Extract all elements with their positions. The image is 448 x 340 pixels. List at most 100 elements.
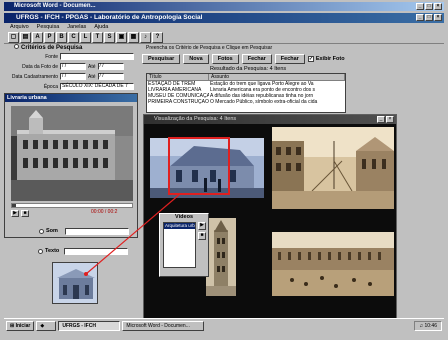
highlight-box bbox=[168, 137, 230, 195]
video-progress-thumb[interactable] bbox=[12, 204, 16, 207]
desktop: Microsoft Word - Documen... _ □ × UFRGS … bbox=[0, 0, 448, 340]
text-radio[interactable]: Texto bbox=[38, 248, 59, 254]
photo-thumb-tower[interactable] bbox=[206, 218, 236, 296]
data-cadastro-to-input[interactable]: / / bbox=[97, 73, 124, 80]
field-data-cadastro: Data Cadastramento / / Até / / bbox=[8, 73, 124, 80]
new-button[interactable]: Nova bbox=[183, 54, 209, 64]
market-graphic bbox=[272, 232, 394, 296]
videos-list[interactable]: Arquitetura urbana bbox=[163, 222, 196, 268]
field-data-foto-label: Data da Foto de bbox=[22, 63, 58, 70]
sound-radio[interactable]: Som bbox=[39, 228, 58, 234]
video-controls: ▶ ■ bbox=[11, 210, 29, 217]
building-photo-graphic bbox=[11, 106, 133, 201]
outer-window-title: Microsoft Word - Documen... _ □ × bbox=[4, 2, 444, 11]
toolbar-help-icon[interactable]: ? bbox=[152, 32, 163, 43]
close-search-button[interactable]: Fechar bbox=[241, 54, 272, 64]
field-fonte: Fonte bbox=[8, 53, 134, 60]
data-foto-from-input[interactable]: / / bbox=[60, 63, 86, 70]
data-foto-to-input[interactable]: / / bbox=[97, 63, 124, 70]
results-table: Título Assunto ESTAÇÃO DE TREM Estação d… bbox=[146, 73, 346, 113]
minimize-button[interactable]: _ bbox=[416, 3, 424, 10]
text-radio-label: Texto bbox=[45, 248, 60, 254]
search-button[interactable]: Pesquisar bbox=[142, 54, 181, 64]
videos-title: Vídeos bbox=[174, 214, 194, 220]
stop-icon[interactable]: ■ bbox=[21, 210, 29, 217]
menu-janelas[interactable]: Janelas bbox=[67, 23, 86, 31]
sound-radio-dot[interactable] bbox=[39, 228, 44, 234]
videos-stop-icon[interactable]: ■ bbox=[198, 232, 206, 240]
menu-ajuda[interactable]: Ajuda bbox=[94, 23, 108, 31]
toolbar-c-button[interactable]: C bbox=[68, 32, 79, 43]
criteria-radio-icon[interactable] bbox=[14, 44, 19, 49]
toolbar-p-button[interactable]: P bbox=[44, 32, 55, 43]
text-radio-dot[interactable] bbox=[38, 248, 43, 254]
toolbar-film-icon[interactable]: ▦ bbox=[128, 32, 139, 43]
viz-minimize-button[interactable]: _ bbox=[377, 116, 385, 123]
screen: Microsoft Word - Documen... _ □ × UFRGS … bbox=[0, 0, 448, 340]
toolbar-new-icon[interactable]: ▢ bbox=[8, 32, 19, 43]
results-header-subject[interactable]: Assunto bbox=[209, 74, 345, 80]
videos-side-buttons: ▶ ■ bbox=[198, 222, 206, 268]
toolbar-b-button[interactable]: B bbox=[56, 32, 67, 43]
app-maximize-button[interactable]: □ bbox=[425, 14, 433, 21]
quicklaunch-icon[interactable]: ◆ bbox=[36, 320, 57, 331]
close-button[interactable]: × bbox=[434, 3, 442, 10]
photo-thumb-sepia-street[interactable] bbox=[272, 127, 394, 209]
toolbar-s-button[interactable]: S bbox=[104, 32, 115, 43]
sound-radio-label: Som bbox=[46, 228, 58, 234]
table-row[interactable]: PRIMEIRA CONSTRUÇÃO DE O Mercado Público… bbox=[147, 99, 345, 105]
toolbar-l-button[interactable]: L bbox=[80, 32, 91, 43]
field-epoca-label: Época bbox=[43, 83, 58, 90]
toolbar-open-icon[interactable]: ▤ bbox=[20, 32, 31, 43]
app-title-bar: UFRGS - IFCH - PPGAS - Laboratório de An… bbox=[4, 13, 444, 23]
viz-close-button[interactable]: × bbox=[386, 116, 394, 123]
app-minimize-button[interactable]: _ bbox=[416, 14, 424, 21]
app-title: UFRGS - IFCH - PPGAS - Laboratório de An… bbox=[16, 14, 203, 21]
app-window-controls: _ □ × bbox=[416, 14, 442, 21]
data-foto-to-label: Até bbox=[88, 63, 96, 70]
data-cadastro-to-label: Até bbox=[88, 73, 96, 80]
photos-button[interactable]: Fotos bbox=[211, 54, 239, 64]
list-item[interactable]: Arquitetura urbana bbox=[164, 223, 195, 229]
field-epoca: Época SÉCULO XIX: DÉCADA DE 7 bbox=[8, 83, 134, 90]
visualization-controls: _ × bbox=[377, 116, 394, 123]
menu-arquivo[interactable]: Arquivo bbox=[10, 23, 29, 31]
windows-logo-icon: ⊞ bbox=[10, 322, 15, 329]
clock[interactable]: 10:46 bbox=[424, 323, 437, 329]
toolbar-a-button[interactable]: A bbox=[32, 32, 43, 43]
table-cell: O Mercado Público, símbolo extra-oficial… bbox=[210, 99, 318, 105]
sepia-street-graphic bbox=[272, 127, 394, 209]
criteria-title-text: Critérios de Pesquisa bbox=[21, 45, 83, 51]
historic-building-photo bbox=[11, 106, 133, 201]
toolbar-sound-icon[interactable]: ♪ bbox=[140, 32, 151, 43]
epoca-select[interactable]: SÉCULO XIX: DÉCADA DE 7 bbox=[60, 83, 134, 90]
toolbar-image-icon[interactable]: ▣ bbox=[116, 32, 127, 43]
task-ufrgs[interactable]: UFRGS - IFCH bbox=[58, 320, 121, 331]
photo-thumb-market[interactable] bbox=[272, 232, 394, 296]
results-header: Título Assunto bbox=[147, 74, 345, 81]
maximize-button[interactable]: □ bbox=[425, 3, 433, 10]
play-icon[interactable]: ▶ bbox=[11, 210, 19, 217]
videos-play-icon[interactable]: ▶ bbox=[198, 222, 206, 230]
fonte-select[interactable] bbox=[60, 53, 134, 60]
search-button-row: Pesquisar Nova Fotos Fechar Fechar ✓ Exi… bbox=[142, 54, 345, 64]
videos-dialog: Vídeos Arquitetura urbana ▶ ■ bbox=[159, 213, 209, 277]
app-close-button[interactable]: × bbox=[434, 14, 442, 21]
toolbar: ▢ ▤ A P B C L T S ▣ ▦ ♪ ? bbox=[4, 31, 444, 44]
start-button[interactable]: ⊞ Iniciar bbox=[6, 320, 35, 331]
show-photo-label: Exibir Foto bbox=[315, 56, 345, 62]
show-photo-toggle[interactable]: ✓ Exibir Foto bbox=[307, 54, 345, 64]
results-count: Resultado da Pesquisa: 4 Itens bbox=[210, 66, 287, 72]
data-cadastro-from-input[interactable]: / / bbox=[60, 73, 86, 80]
results-header-title[interactable]: Título bbox=[147, 74, 209, 80]
menu-pesquisa[interactable]: Pesquisa bbox=[37, 23, 60, 31]
quit-button[interactable]: Fechar bbox=[274, 54, 305, 64]
task-word[interactable]: Microsoft Word - Documen... bbox=[122, 320, 205, 331]
show-photo-checkbox[interactable]: ✓ bbox=[307, 56, 314, 62]
table-cell: PRIMEIRA CONSTRUÇÃO DE bbox=[148, 99, 209, 105]
toolbar-t-button[interactable]: T bbox=[92, 32, 103, 43]
field-fonte-label: Fonte bbox=[45, 53, 58, 60]
speaker-icon[interactable]: ♫ bbox=[419, 323, 423, 329]
tower-graphic bbox=[206, 218, 236, 296]
field-data-foto: Data da Foto de / / Até / / bbox=[8, 63, 124, 70]
